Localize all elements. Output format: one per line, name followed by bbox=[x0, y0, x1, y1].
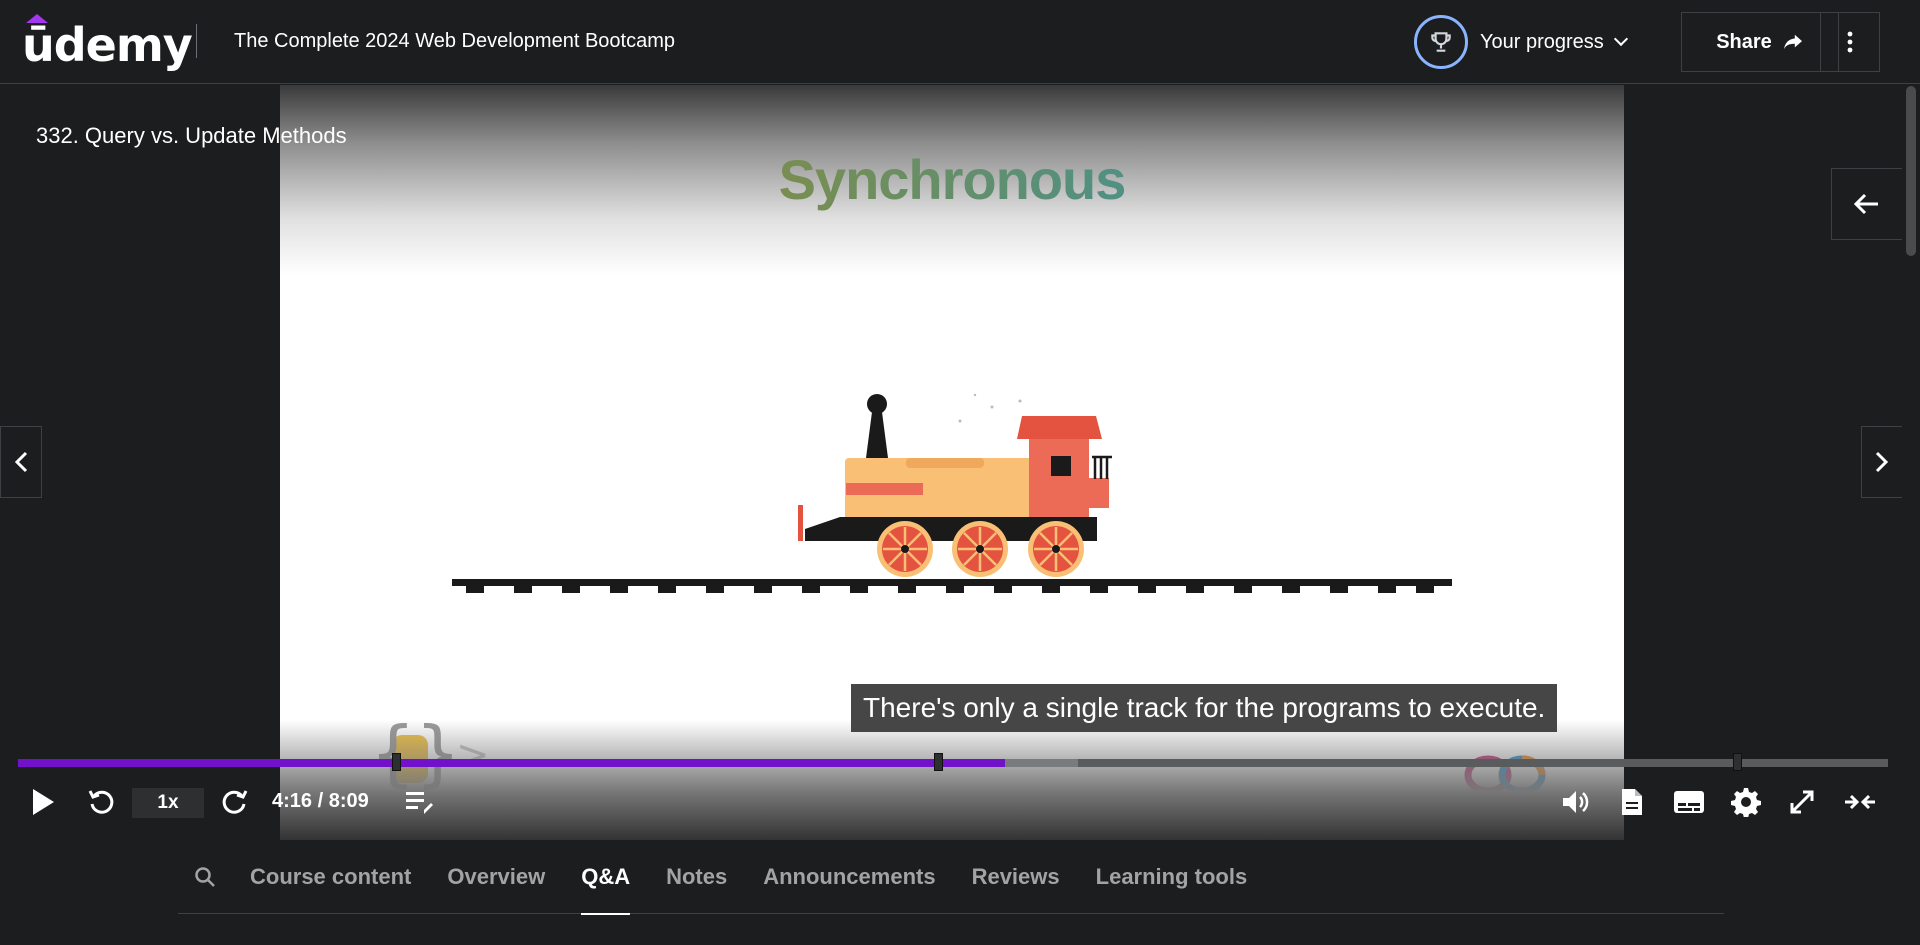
progress-label: Your progress bbox=[1480, 30, 1604, 53]
tab-notes[interactable]: Notes bbox=[666, 840, 727, 914]
chapter-marker[interactable] bbox=[1732, 753, 1742, 771]
gear-icon bbox=[1731, 788, 1761, 817]
settings-button[interactable] bbox=[1724, 778, 1768, 826]
video-frame[interactable]: Synchronous There's only a single track … bbox=[280, 85, 1624, 840]
volume-button[interactable] bbox=[1554, 778, 1598, 826]
captions-button[interactable] bbox=[1666, 778, 1712, 826]
add-note-button[interactable] bbox=[400, 778, 440, 826]
fullscreen-button[interactable] bbox=[1780, 778, 1824, 826]
previous-lecture-button[interactable] bbox=[0, 426, 42, 498]
share-button[interactable]: Share bbox=[1681, 12, 1839, 72]
time-display: 4:16 / 8:09 bbox=[272, 790, 369, 812]
chevron-down-icon bbox=[1613, 31, 1628, 47]
forward-icon bbox=[222, 790, 248, 814]
lecture-tabs: Course content Overview Q&A Notes Announ… bbox=[178, 840, 1724, 915]
chevron-right-icon bbox=[1875, 451, 1889, 473]
caption-text: There's only a single track for the prog… bbox=[851, 684, 1558, 732]
udemy-logo[interactable]: ūdemy bbox=[22, 14, 193, 72]
header-divider bbox=[196, 24, 197, 58]
page-scrollbar[interactable] bbox=[1902, 84, 1920, 945]
expand-icon bbox=[1790, 790, 1814, 814]
volume-icon bbox=[1563, 791, 1589, 813]
tab-learning-tools[interactable]: Learning tools bbox=[1096, 840, 1248, 914]
player-controls: 1x 4:16 / 8:09 bbox=[0, 778, 1902, 828]
next-lecture-button[interactable] bbox=[1861, 426, 1903, 498]
more-vertical-icon bbox=[1847, 31, 1853, 53]
captions-icon bbox=[1674, 791, 1704, 813]
rewind-icon bbox=[88, 790, 114, 814]
search-button[interactable] bbox=[178, 840, 232, 914]
top-header: ūdemy The Complete 2024 Web Development … bbox=[0, 0, 1920, 84]
theater-mode-button[interactable] bbox=[1836, 778, 1884, 826]
progress-dropdown[interactable]: Your progress bbox=[1414, 14, 1628, 70]
chapter-marker[interactable] bbox=[934, 753, 944, 771]
trophy-icon bbox=[1414, 15, 1468, 69]
search-icon bbox=[195, 866, 215, 887]
forward-button[interactable] bbox=[214, 778, 256, 826]
arrow-left-icon bbox=[1853, 193, 1878, 215]
seek-bar[interactable] bbox=[18, 753, 1888, 771]
playback-rate-button[interactable]: 1x bbox=[132, 788, 204, 818]
video-player[interactable]: Synchronous There's only a single track … bbox=[0, 85, 1903, 840]
document-icon bbox=[1622, 789, 1642, 815]
chevron-left-icon bbox=[14, 451, 28, 473]
play-icon bbox=[33, 789, 54, 815]
transcript-button[interactable] bbox=[1610, 778, 1654, 826]
note-edit-icon bbox=[406, 792, 433, 814]
tab-reviews[interactable]: Reviews bbox=[972, 840, 1060, 914]
tab-announcements[interactable]: Announcements bbox=[763, 840, 935, 914]
chapter-marker[interactable] bbox=[392, 753, 401, 771]
play-button[interactable] bbox=[22, 778, 64, 826]
tab-qa[interactable]: Q&A bbox=[581, 840, 630, 915]
share-label: Share bbox=[1716, 30, 1772, 53]
tab-course-content[interactable]: Course content bbox=[250, 840, 411, 914]
tab-overview[interactable]: Overview bbox=[447, 840, 545, 914]
share-arrow-icon bbox=[1783, 34, 1802, 50]
seek-played bbox=[18, 759, 1006, 767]
logo-text: ūdemy bbox=[22, 18, 193, 72]
more-options-button[interactable] bbox=[1820, 12, 1880, 72]
lecture-title: 332. Query vs. Update Methods bbox=[36, 123, 347, 148]
collapse-sidebar-button[interactable] bbox=[1831, 168, 1903, 240]
scrollbar-thumb[interactable] bbox=[1906, 86, 1916, 256]
course-title[interactable]: The Complete 2024 Web Development Bootca… bbox=[234, 30, 675, 53]
collapse-icon bbox=[1845, 794, 1875, 810]
rewind-button[interactable] bbox=[80, 778, 122, 826]
